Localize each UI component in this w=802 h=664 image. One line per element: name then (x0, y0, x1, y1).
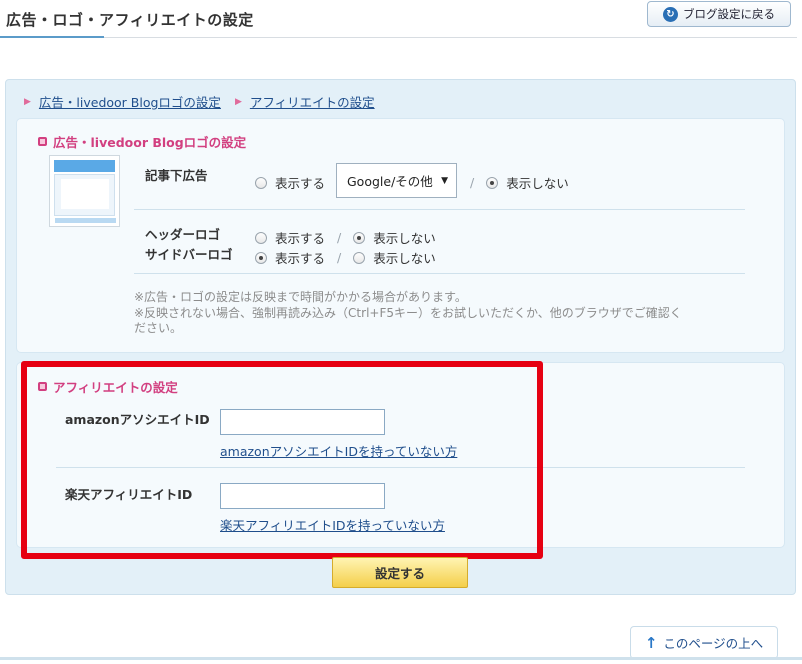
title-underline (0, 36, 104, 38)
separator: / (337, 230, 342, 245)
arrow-up-icon: ↑ (644, 633, 658, 652)
note-force-reload: ※反映されない場合、強制再読み込み（Ctrl+F5キー）をお試しいただくか、他の… (134, 306, 682, 320)
amazon-id-label: amazonアソシエイトID (65, 412, 210, 427)
sidebar-logo-options: 表示する / 表示しない (255, 248, 436, 267)
layout-preview-thumbnail (49, 155, 120, 227)
affiliate-section-heading: アフィリエイトの設定 (38, 377, 178, 396)
ad-section-title: 広告・livedoor Blogロゴの設定 (53, 135, 247, 150)
affiliate-section-title: アフィリエイトの設定 (53, 380, 178, 395)
ad-section-heading: 広告・livedoor Blogロゴの設定 (38, 132, 246, 151)
article-ad-label: 記事下広告 (145, 168, 208, 183)
page-top-button[interactable]: ↑ このページの上へ (630, 626, 778, 659)
ad-provider-select-value: Google/その他 (347, 174, 433, 189)
rakuten-id-label: 楽天アフィリエイトID (65, 487, 193, 502)
rakuten-id-input[interactable] (220, 483, 385, 509)
ad-provider-select[interactable]: Google/その他 ▼ (336, 163, 457, 198)
back-to-blog-settings-button[interactable]: ↻ ブログ設定に戻る (647, 1, 791, 27)
sidebar-logo-show-label: 表示する (275, 251, 326, 266)
refresh-arrow-icon: ↻ (663, 6, 678, 22)
header-logo-hide-radio[interactable] (353, 231, 366, 244)
divider (56, 467, 745, 468)
page-title: 広告・ロゴ・アフィリエイトの設定 (6, 11, 254, 29)
sidebar-logo-show-radio[interactable] (255, 251, 267, 264)
note-force-reload-cont: ださい。 (134, 321, 183, 335)
article-ad-show-option[interactable]: 表示する (255, 173, 325, 192)
amazon-id-input[interactable] (220, 409, 385, 435)
breadcrumb-link-affiliate-settings[interactable]: アフィリエイトの設定 (250, 92, 375, 111)
header-logo-hide-label: 表示しない (373, 231, 436, 246)
header-logo-options: 表示する / 表示しない (255, 228, 436, 247)
header-logo-show-label: 表示する (275, 231, 326, 246)
separator: / (470, 175, 475, 190)
breadcrumb: ▶ 広告・livedoor Blogロゴの設定 ▶ アフィリエイトの設定 (24, 92, 389, 111)
rakuten-id-help-link[interactable]: 楽天アフィリエイトIDを持っていない方 (220, 515, 445, 534)
article-ad-show-label: 表示する (275, 176, 326, 191)
header-logo-show-radio[interactable] (255, 231, 267, 244)
section-square-icon (38, 137, 47, 146)
divider (134, 273, 745, 274)
page-top-label: このページの上へ (663, 636, 764, 651)
amazon-id-help-link[interactable]: amazonアソシエイトIDを持っていない方 (220, 441, 457, 460)
divider (134, 209, 745, 210)
submit-settings-button[interactable]: 設定する (332, 557, 468, 588)
sidebar-logo-label: サイドバーロゴ (145, 247, 233, 262)
footer-divider (0, 657, 802, 660)
header-logo-label: ヘッダーロゴ (145, 227, 221, 242)
crumb-arrow-icon: ▶ (24, 96, 31, 107)
article-ad-show-radio[interactable] (255, 176, 267, 189)
crumb-arrow-icon: ▶ (234, 96, 242, 107)
back-button-label: ブログ設定に戻る (683, 7, 775, 21)
separator: / (337, 250, 342, 265)
article-ad-hide-option[interactable]: / 表示しない (470, 173, 569, 192)
sidebar-logo-hide-label: 表示しない (373, 251, 436, 266)
breadcrumb-link-ad-settings[interactable]: 広告・livedoor Blogロゴの設定 (39, 92, 221, 111)
note-reflect-delay: ※広告・ロゴの設定は反映まで時間がかかる場合があります。 (134, 290, 467, 304)
article-ad-hide-label: 表示しない (506, 176, 569, 191)
dropdown-arrow-icon: ▼ (441, 176, 448, 186)
title-divider (0, 37, 797, 38)
sidebar-logo-hide-radio[interactable] (353, 251, 366, 264)
section-square-icon (38, 382, 47, 391)
article-ad-hide-radio[interactable] (486, 176, 499, 189)
